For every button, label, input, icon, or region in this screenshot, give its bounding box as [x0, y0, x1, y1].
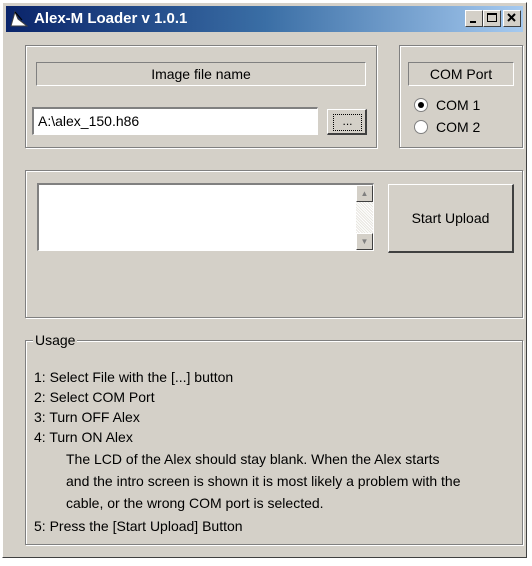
com2-radio[interactable] — [414, 120, 428, 134]
browse-button-inner: ... — [333, 114, 362, 131]
upload-group: ▲ ▼ Start Upload — [25, 170, 523, 318]
usage-step-4: 4: Turn ON Alex — [34, 429, 133, 445]
log-scrollbar[interactable]: ▲ ▼ — [356, 185, 373, 250]
minimize-button[interactable] — [465, 10, 483, 27]
browse-button[interactable]: ... — [327, 109, 367, 135]
usage-step-1: 1: Select File with the [...] button — [34, 369, 234, 385]
maximize-button[interactable] — [483, 10, 501, 27]
file-group: Image file name A:\alex_150.h86 ... — [25, 45, 377, 148]
loader-window: Alex-M Loader v 1.0.1 Image file name A:… — [2, 2, 527, 558]
usage-note-line-3: cable, or the wrong COM port is selected… — [66, 495, 324, 511]
com1-label[interactable]: COM 1 — [436, 97, 480, 113]
com2-label[interactable]: COM 2 — [436, 119, 480, 135]
scroll-up-button[interactable]: ▲ — [356, 185, 373, 202]
title-bar[interactable]: Alex-M Loader v 1.0.1 — [6, 6, 523, 32]
usage-step-5: 5: Press the [Start Upload] Button — [34, 518, 243, 534]
maximize-icon — [487, 13, 497, 22]
close-icon — [507, 13, 516, 22]
browse-button-label: ... — [342, 114, 353, 128]
window-title: Alex-M Loader v 1.0.1 — [34, 10, 188, 27]
minimize-icon — [470, 21, 476, 23]
usage-step-3: 3: Turn OFF Alex — [34, 409, 140, 425]
loader-app-icon — [10, 10, 28, 27]
scroll-down-button[interactable]: ▼ — [356, 233, 373, 250]
close-button[interactable] — [503, 10, 521, 27]
com-port-group: COM Port COM 1 COM 2 — [399, 45, 523, 148]
file-path-input[interactable]: A:\alex_150.h86 — [32, 107, 318, 135]
upload-log[interactable]: ▲ ▼ — [37, 183, 374, 251]
com1-radio[interactable] — [414, 98, 428, 112]
usage-note-line-1: The LCD of the Alex should stay blank. W… — [66, 451, 440, 467]
scroll-down-icon: ▼ — [360, 237, 369, 246]
start-upload-button[interactable]: Start Upload — [388, 184, 514, 253]
scroll-up-icon: ▲ — [360, 189, 369, 198]
usage-title: Usage — [33, 332, 78, 348]
start-upload-label: Start Upload — [411, 210, 490, 226]
usage-step-2: 2: Select COM Port — [34, 389, 155, 405]
com-port-label: COM Port — [408, 62, 514, 86]
usage-note-line-2: and the intro screen is shown it is most… — [66, 473, 461, 489]
image-file-label: Image file name — [36, 62, 366, 86]
